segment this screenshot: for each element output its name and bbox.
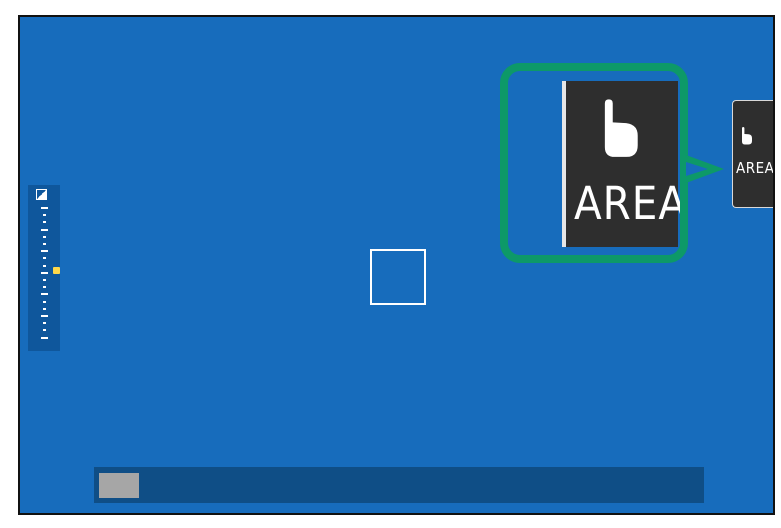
touch-area-label-zoomed: AREA [574, 177, 688, 230]
touch-hand-icon [604, 99, 638, 157]
bottom-status-bar [94, 467, 704, 503]
exposure-scale-tick [41, 315, 48, 317]
exposure-scale-tick [41, 293, 48, 296]
focus-area-frame[interactable] [370, 249, 426, 305]
exposure-scale-tick [43, 264, 46, 267]
exposure-scale-tick [43, 307, 46, 310]
exposure-scale-tick [43, 322, 46, 325]
exposure-scale-tick [43, 214, 46, 217]
callout-pointer [686, 155, 724, 183]
camera-viewfinder-screen: AREA AREA [18, 15, 775, 515]
touch-area-button[interactable]: AREA [732, 100, 775, 208]
exposure-scale-tick [41, 250, 48, 253]
exposure-compensation-scale [28, 185, 60, 351]
exposure-scale-tick [43, 235, 46, 238]
touch-area-callout: AREA [500, 63, 688, 263]
bottom-bar-thumbnail[interactable] [99, 473, 139, 498]
exposure-scale-tick [41, 207, 48, 209]
exposure-compensation-icon [36, 189, 47, 200]
exposure-scale-tick [43, 257, 46, 260]
exposure-scale-tick [43, 300, 46, 303]
exposure-scale-tick [43, 221, 46, 224]
exposure-scale-tick [43, 279, 46, 281]
exposure-level-indicator [53, 267, 60, 274]
exposure-scale-tick [41, 271, 48, 274]
touch-area-button-zoomed: AREA [562, 81, 680, 247]
exposure-scale-tick [43, 329, 46, 332]
exposure-scale-tick [43, 243, 46, 245]
touch-area-label: AREA [736, 159, 775, 177]
touch-hand-icon [742, 127, 752, 145]
exposure-scale-tick [41, 336, 48, 339]
exposure-scale-tick [43, 286, 46, 289]
exposure-scale-tick [41, 228, 48, 231]
